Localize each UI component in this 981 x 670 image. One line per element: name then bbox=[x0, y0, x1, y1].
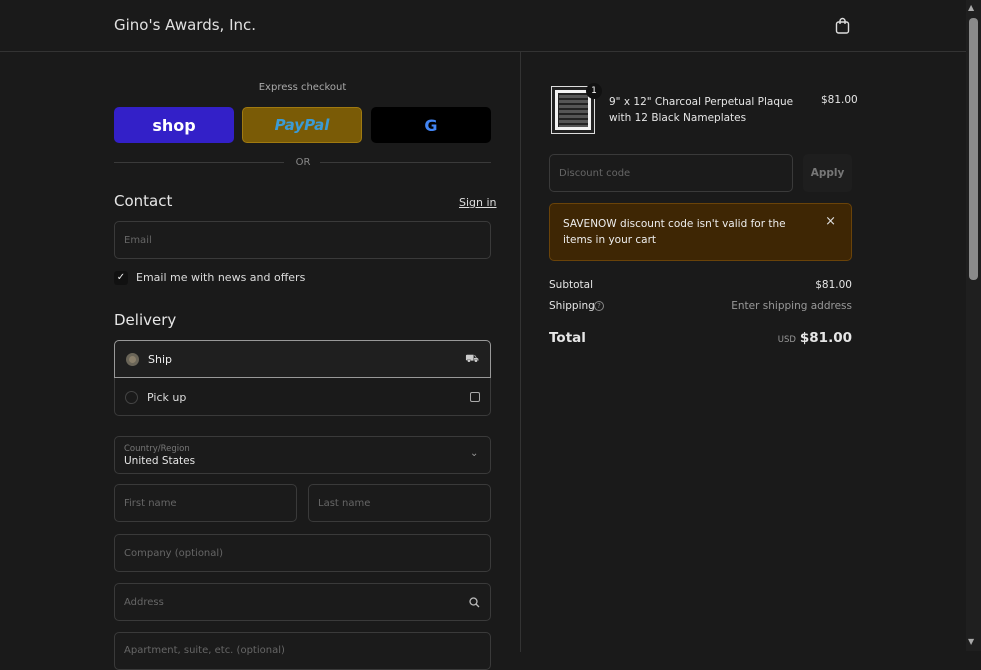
address-input[interactable]: Address bbox=[114, 583, 491, 621]
divider bbox=[320, 162, 491, 163]
product-price: $81.00 bbox=[821, 94, 858, 106]
total-label: Total bbox=[549, 330, 586, 346]
company-input[interactable]: Company (optional) bbox=[114, 534, 491, 572]
contact-heading: Contact bbox=[114, 192, 173, 210]
quantity-badge: 1 bbox=[586, 83, 602, 99]
total-amount: $81.00 bbox=[799, 330, 852, 346]
help-icon[interactable]: ? bbox=[594, 301, 604, 311]
newsletter-checkbox[interactable]: ✓ bbox=[114, 271, 128, 285]
google-pay-button[interactable]: G bbox=[371, 107, 491, 143]
truck-icon: ⛟ bbox=[465, 351, 479, 365]
country-label: Country/Region bbox=[124, 443, 190, 454]
last-name-input[interactable]: Last name bbox=[308, 484, 491, 522]
apply-button[interactable]: Apply bbox=[803, 154, 852, 192]
delivery-option-pickup[interactable]: Pick up bbox=[114, 378, 491, 416]
store-name[interactable]: Gino's Awards, Inc. bbox=[114, 16, 256, 34]
shipping-label: Shipping bbox=[549, 300, 595, 312]
radio-selected[interactable] bbox=[126, 352, 139, 366]
scroll-down-icon[interactable]: ▼ bbox=[968, 637, 974, 646]
newsletter-label: Email me with news and offers bbox=[136, 271, 306, 284]
product-name: 9" x 12" Charcoal Perpetual Plaque with … bbox=[609, 96, 794, 124]
store-icon bbox=[470, 392, 480, 402]
delivery-heading: Delivery bbox=[114, 311, 177, 329]
scrollbar-thumb[interactable] bbox=[969, 18, 978, 280]
country-value: United States bbox=[124, 454, 196, 467]
error-code: SAVENOW bbox=[563, 218, 617, 230]
shop-pay-button[interactable]: shop bbox=[114, 107, 234, 143]
discount-code-input[interactable]: Discount code bbox=[549, 154, 793, 192]
pickup-label: Pick up bbox=[147, 390, 187, 404]
total-value: USD $81.00 bbox=[700, 330, 852, 346]
paypal-logo: PayPal bbox=[274, 116, 330, 134]
shipping-value: Enter shipping address bbox=[731, 300, 852, 312]
subtotal-label: Subtotal bbox=[549, 279, 593, 291]
country-select[interactable]: Country/Region United States bbox=[114, 436, 491, 474]
radio-unselected[interactable] bbox=[125, 390, 138, 404]
ship-label: Ship bbox=[148, 352, 172, 366]
sign-in-link[interactable]: Sign in bbox=[459, 196, 497, 209]
google-icon: G bbox=[424, 115, 438, 135]
email-input[interactable]: Email bbox=[114, 221, 491, 259]
chevron-down-icon: ⌄ bbox=[470, 448, 479, 459]
shop-logo: shop bbox=[152, 115, 196, 135]
scroll-up-icon[interactable]: ▲ bbox=[968, 3, 974, 12]
express-checkout-label: Express checkout bbox=[258, 82, 347, 93]
or-label: OR bbox=[295, 157, 311, 168]
paypal-button[interactable]: PayPal bbox=[242, 107, 362, 143]
shopping-bag-icon[interactable] bbox=[835, 17, 850, 34]
divider bbox=[114, 162, 284, 163]
currency-code: USD bbox=[777, 335, 796, 345]
close-icon[interactable]: × bbox=[825, 214, 836, 229]
delivery-option-ship[interactable]: Ship ⛟ bbox=[114, 340, 491, 378]
subtotal-value: $81.00 bbox=[815, 279, 852, 291]
discount-error-banner: SAVENOW discount code isn't valid for th… bbox=[549, 203, 852, 261]
first-name-input[interactable]: First name bbox=[114, 484, 297, 522]
column-divider bbox=[520, 52, 521, 652]
apartment-input[interactable]: Apartment, suite, etc. (optional) bbox=[114, 632, 491, 670]
search-icon bbox=[469, 597, 480, 608]
